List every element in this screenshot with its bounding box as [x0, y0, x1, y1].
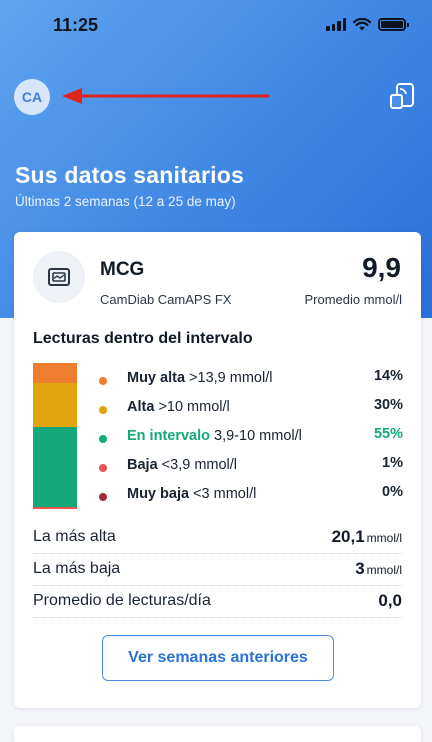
- stat-value: 0,0: [378, 591, 402, 610]
- range-name: Alta >10 mmol/l: [127, 399, 230, 415]
- cgm-card: MCG CamDiab CamAPS FX 9,9 Promedio mmol/…: [14, 232, 421, 708]
- range-color-dot: [99, 406, 107, 414]
- average-glucose-label: Promedio mmol/l: [304, 292, 402, 307]
- cgm-title: MCG: [100, 259, 145, 280]
- bar-segment: [33, 363, 77, 384]
- wifi-icon: [353, 18, 371, 31]
- range-color-dot: [99, 493, 107, 501]
- time-in-range-stacked-bar: [33, 363, 77, 509]
- page-title: Sus datos sanitarios: [15, 162, 244, 188]
- cgm-device-name: CamDiab CamAPS FX: [100, 292, 232, 307]
- status-time: 11:25: [53, 15, 99, 35]
- range-row: En intervalo 3,9-10 mmol/l 55%: [96, 426, 403, 455]
- next-card: [14, 726, 421, 742]
- stat-label: Promedio de lecturas/día: [33, 592, 211, 609]
- stat-row-lowest: La más baja 3 mmol/l: [33, 554, 402, 586]
- range-row: Muy alta >13,9 mmol/l 14%: [96, 368, 403, 397]
- range-row: Muy baja <3 mmol/l 0%: [96, 484, 403, 513]
- range-percent: 30%: [373, 397, 403, 413]
- stat-value: 3 mmol/l: [355, 559, 402, 578]
- cgm-sensor-icon: [48, 268, 70, 286]
- stat-label: La más baja: [33, 560, 121, 577]
- avatar[interactable]: CA: [14, 79, 50, 115]
- bar-segment: [33, 383, 77, 427]
- stat-row-readings-per-day: Promedio de lecturas/día 0,0: [33, 586, 402, 618]
- stat-label: La más alta: [33, 528, 116, 545]
- connect-device-icon[interactable]: [388, 82, 416, 110]
- range-row: Baja <3,9 mmol/l 1%: [96, 455, 403, 484]
- range-color-dot: [99, 464, 107, 472]
- avatar-initials: CA: [21, 89, 43, 105]
- range-color-dot: [99, 435, 107, 443]
- range-list: Muy alta >13,9 mmol/l 14% Alta >10 mmol/l 3…: [96, 368, 403, 513]
- page-subtitle: Últimas 2 semanas (12 a 25 de may): [15, 194, 236, 209]
- battery-icon: [378, 18, 409, 31]
- annotation-arrow-icon: [62, 88, 269, 104]
- range-name: En intervalo 3,9-10 mmol/l: [127, 428, 302, 444]
- cgm-icon-circle: [33, 251, 85, 303]
- range-row: Alta >10 mmol/l 30%: [96, 397, 403, 426]
- range-name: Muy baja <3 mmol/l: [127, 486, 257, 502]
- stat-row-highest: La más alta 20,1 mmol/l: [33, 522, 402, 554]
- range-name: Muy alta >13,9 mmol/l: [127, 370, 273, 386]
- bar-segment: [33, 427, 77, 507]
- range-color-dot: [99, 377, 107, 385]
- bar-segment: [33, 507, 77, 509]
- cellular-signal-icon: [326, 18, 346, 31]
- stat-value: 20,1 mmol/l: [331, 527, 402, 546]
- range-name: Baja <3,9 mmol/l: [127, 457, 238, 473]
- status-bar: 11:25: [0, 14, 432, 38]
- previous-weeks-button[interactable]: Ver semanas anteriores: [102, 635, 334, 681]
- range-percent: 55%: [373, 426, 403, 442]
- average-glucose-value: 9,9: [362, 252, 401, 283]
- range-percent: 14%: [373, 368, 403, 384]
- time-in-range-title: Lecturas dentro del intervalo: [33, 330, 253, 347]
- range-percent: 0%: [382, 484, 403, 500]
- range-percent: 1%: [382, 455, 403, 471]
